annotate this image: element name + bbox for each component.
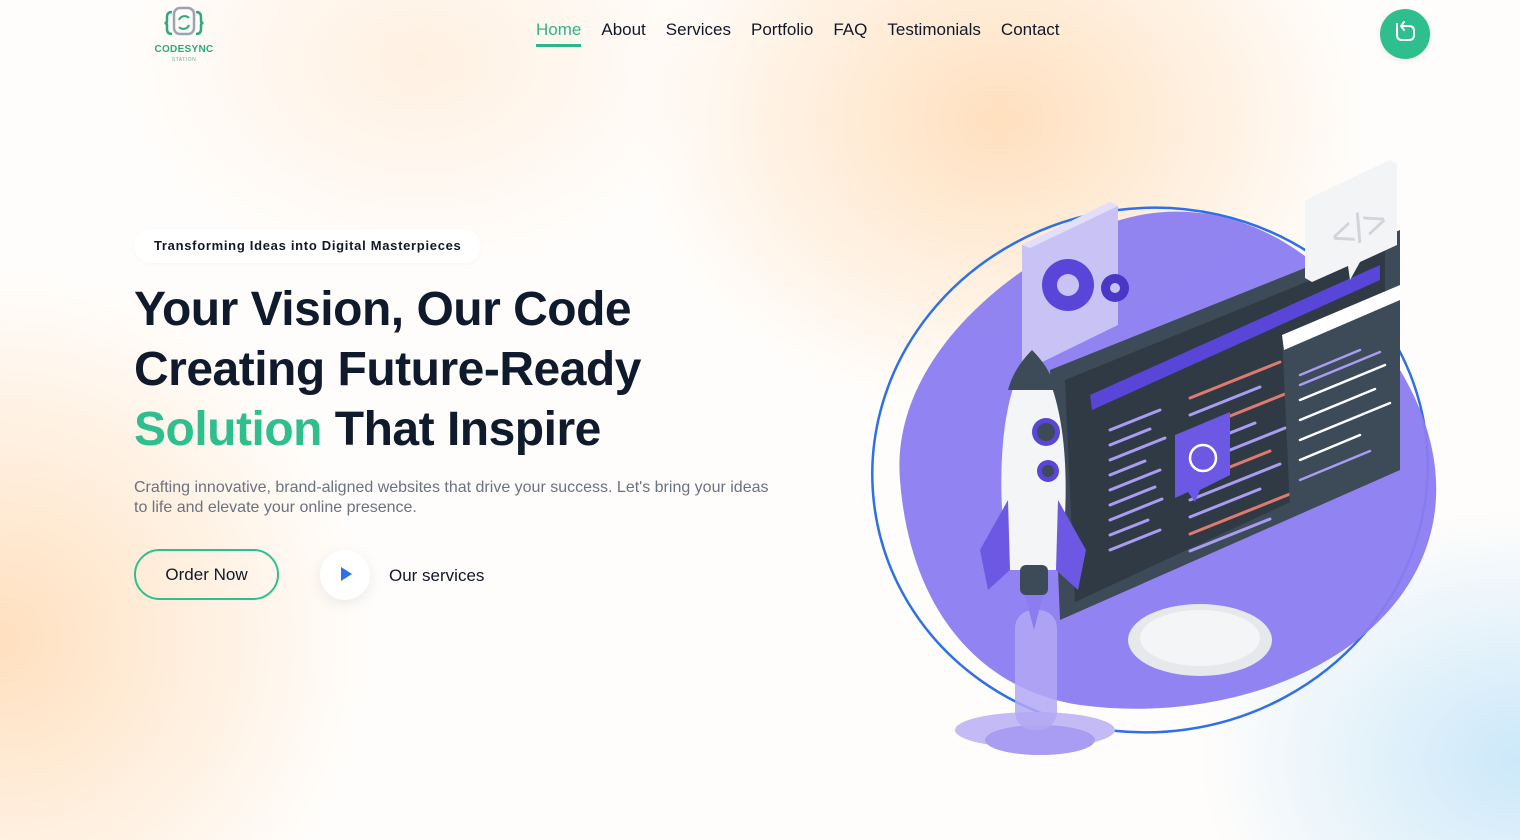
nav-item-testimonials[interactable]: Testimonials	[887, 20, 981, 47]
nav-item-about[interactable]: About	[601, 20, 645, 47]
headline-line-3: Solution That Inspire	[134, 400, 641, 460]
play-video-button[interactable]	[320, 550, 370, 600]
nav-item-services[interactable]: Services	[666, 20, 731, 47]
headline-line-1: Your Vision, Our Code	[134, 283, 632, 336]
refresh-icon	[1396, 21, 1415, 41]
order-now-button[interactable]: Order Now	[134, 549, 279, 600]
code-brackets-logo-icon	[164, 6, 204, 36]
logo[interactable]: CODESYNC STATION	[152, 4, 216, 66]
hero-headline: Your Vision, Our Code Creating Future-Re…	[134, 280, 641, 460]
nav-item-faq[interactable]: FAQ	[833, 20, 867, 47]
logo-subtitle: STATION	[171, 57, 197, 63]
headline-highlight: Solution	[134, 403, 322, 456]
hero-description: Crafting innovative, brand-aligned websi…	[134, 479, 769, 516]
headline-line-3-rest: That Inspire	[321, 403, 602, 456]
hero-tagline: Transforming Ideas into Digital Masterpi…	[134, 229, 482, 263]
nav-item-contact[interactable]: Contact	[1001, 20, 1060, 47]
logo-name: CODESYNC	[154, 44, 214, 55]
nav-item-portfolio[interactable]: Portfolio	[751, 20, 813, 47]
play-icon	[341, 567, 352, 581]
main-nav: Home About Services Portfolio FAQ Testim…	[536, 20, 1060, 47]
headline-line-2: Creating Future-Ready	[134, 343, 641, 396]
our-services-link[interactable]: Our services	[389, 566, 484, 586]
nav-item-home[interactable]: Home	[536, 20, 582, 47]
refresh-button[interactable]	[1380, 9, 1430, 59]
rocket-monitor-illustration: </>	[871, 160, 1437, 755]
